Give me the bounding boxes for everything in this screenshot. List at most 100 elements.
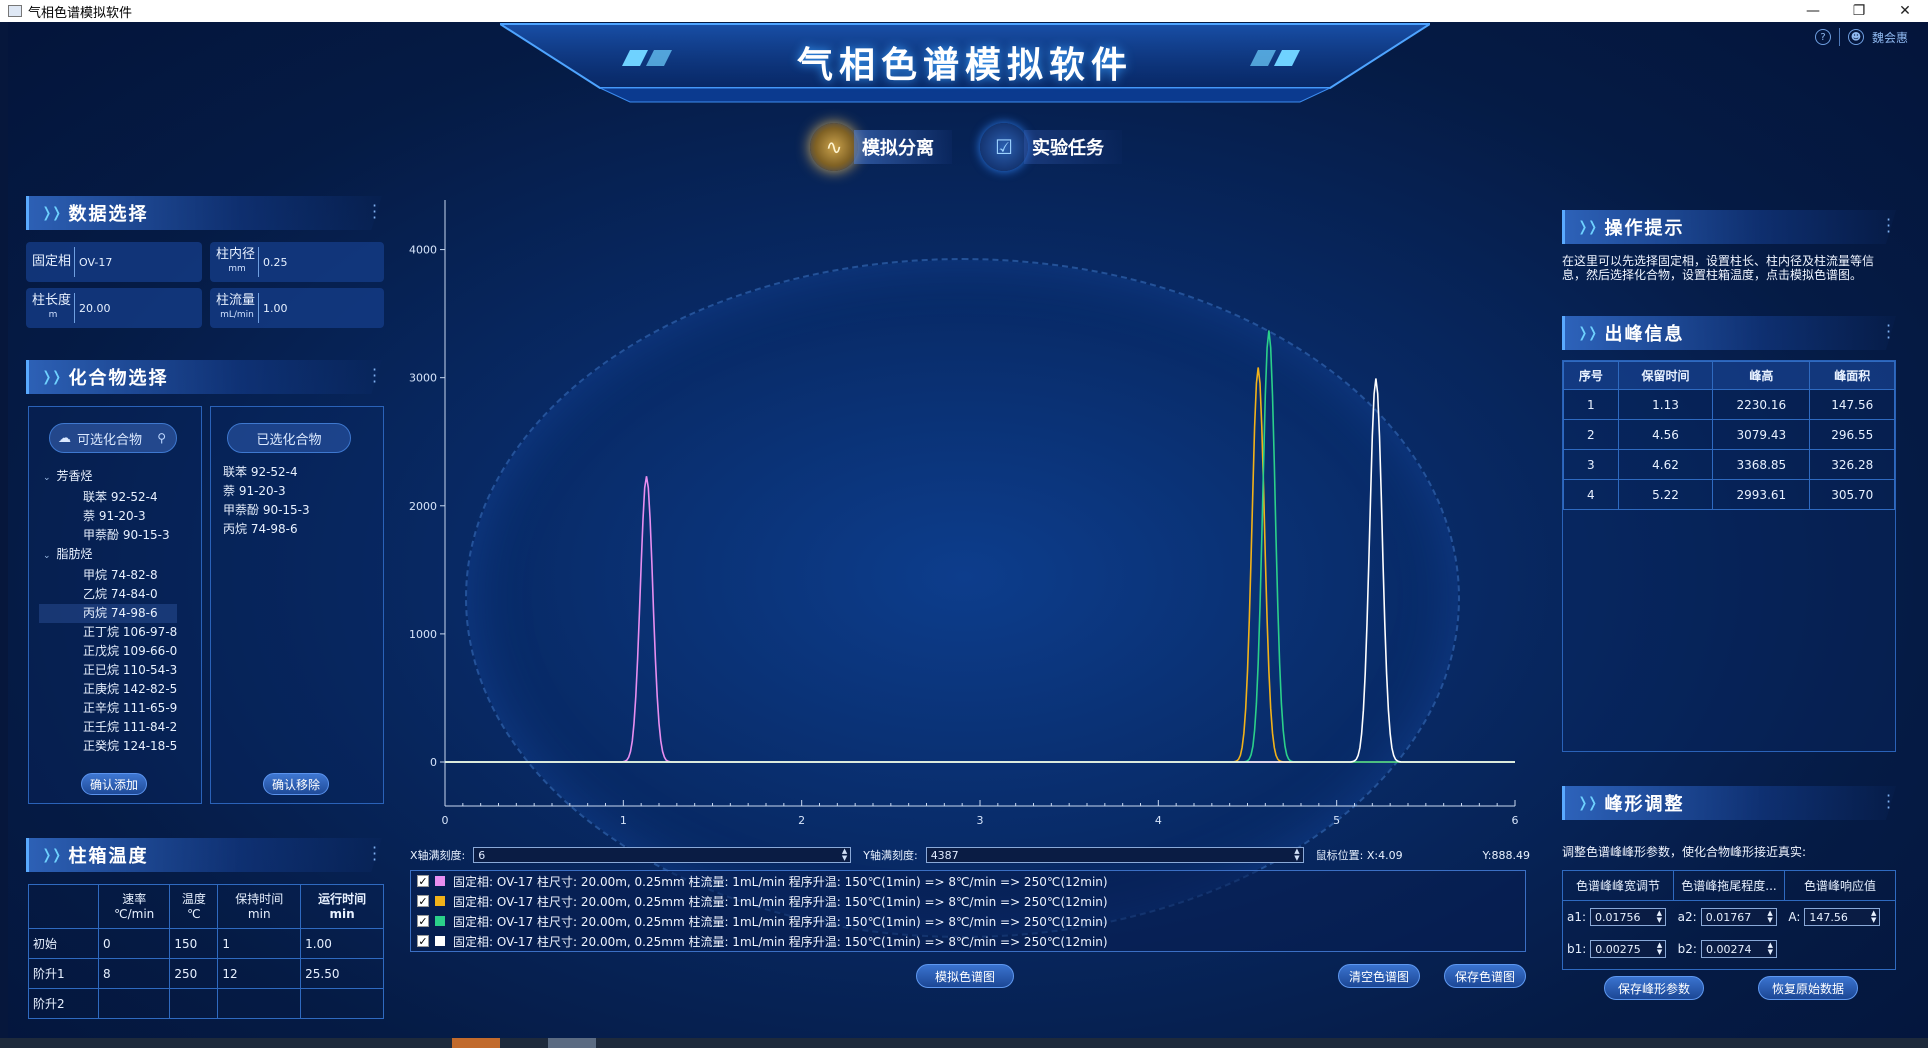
- confirm-add-button[interactable]: 确认添加: [81, 773, 147, 795]
- spinner-icon[interactable]: ▲ ▼: [1294, 848, 1299, 862]
- more-icon[interactable]: · · ·: [372, 198, 377, 226]
- spinner-icon[interactable]: ▲ ▼: [1657, 942, 1662, 956]
- x-scale-label: X轴满刻度:: [410, 849, 466, 862]
- tree-item[interactable]: 甲烷 74-82-8: [39, 566, 177, 585]
- save-chart-button[interactable]: 保存色谱图: [1444, 964, 1526, 988]
- series-text: 固定相: OV-17 柱尺寸: 20.00m, 0.25mm 柱流量: 1mL/…: [453, 914, 1108, 929]
- oven-cell[interactable]: 1: [217, 928, 302, 959]
- compound-tree: ⌄ 芳香烃 联苯 92-52-4 萘 91-20-3 甲萘酚 90-15-3 ⌄ 脂…: [39, 467, 178, 756]
- oven-cell[interactable]: 8: [97, 958, 171, 989]
- tree-item[interactable]: 正庚烷 142-82-5: [39, 680, 177, 699]
- y-scale-input[interactable]: 4387 ▲ ▼: [925, 847, 1304, 863]
- response-input[interactable]: 147.56 ▲ ▼: [1804, 908, 1881, 926]
- more-icon[interactable]: · · ·: [1886, 212, 1891, 240]
- a2-input[interactable]: 0.01767 ▲ ▼: [1700, 908, 1777, 926]
- tree-item[interactable]: 正癸烷 124-18-5: [39, 737, 177, 756]
- stationary-phase-value[interactable]: OV-17: [74, 247, 202, 277]
- simulate-button[interactable]: 模拟色谱图: [916, 964, 1014, 988]
- checkbox-checked-icon[interactable]: ✓: [417, 915, 429, 928]
- app-icon: [8, 5, 22, 17]
- checkbox-checked-icon[interactable]: ✓: [417, 875, 429, 888]
- checkbox-checked-icon[interactable]: ✓: [417, 895, 429, 908]
- tab-tasks-label: 实验任务: [1024, 130, 1122, 164]
- selected-item[interactable]: 联苯 92-52-4: [223, 463, 310, 482]
- restore-button[interactable]: ❐: [1836, 0, 1882, 22]
- field-label: 固定相: [32, 254, 72, 269]
- inner-diameter-value[interactable]: 0.25: [258, 247, 384, 277]
- column-length-value[interactable]: 20.00: [74, 293, 202, 323]
- taskbar-app[interactable]: [548, 1038, 596, 1048]
- tree-item[interactable]: 正壬烷 111-84-2: [39, 718, 177, 737]
- save-peak-params-button[interactable]: 保存峰形参数: [1604, 976, 1704, 1000]
- tree-item[interactable]: 正已烷 110-54-3: [39, 661, 177, 680]
- spinner-icon[interactable]: ▲ ▼: [1871, 910, 1876, 924]
- stationary-phase-field[interactable]: 固定相 OV-17: [26, 242, 202, 282]
- x-scale-input[interactable]: 6 ▲ ▼: [473, 847, 852, 863]
- inner-diameter-field[interactable]: 柱内径 mm 0.25: [210, 242, 384, 282]
- tab-tasks[interactable]: ☑ 实验任务: [980, 122, 1122, 172]
- confirm-remove-button[interactable]: 确认移除: [263, 773, 329, 795]
- selected-item[interactable]: 丙烷 74-98-6: [223, 520, 310, 539]
- taskbar-app[interactable]: [452, 1038, 500, 1048]
- tree-item[interactable]: 正丁烷 106-97-8: [39, 623, 177, 642]
- available-compounds-search[interactable]: ☁ 可选化合物 ⚲: [49, 423, 177, 453]
- tree-item[interactable]: 正辛烷 111-65-9: [39, 699, 177, 718]
- b2-input[interactable]: 0.00274 ▲ ▼: [1700, 940, 1777, 958]
- user-icon[interactable]: ☻: [1847, 29, 1864, 45]
- column-flow-value[interactable]: 1.00: [258, 293, 384, 323]
- clear-chart-button[interactable]: 清空色谱图: [1338, 964, 1420, 988]
- series-row[interactable]: ✓ 固定相: OV-17 柱尺寸: 20.00m, 0.25mm 柱流量: 1m…: [411, 911, 1525, 931]
- tree-group[interactable]: ⌄ 脂肪烃: [39, 545, 177, 566]
- user-name[interactable]: 魏会惠: [1872, 29, 1908, 46]
- minimize-button[interactable]: —: [1790, 0, 1836, 22]
- column-length-field[interactable]: 柱长度 m 20.00: [26, 288, 202, 328]
- field-unit: mL/min: [220, 310, 254, 320]
- close-button[interactable]: ✕: [1882, 0, 1928, 22]
- oven-cell[interactable]: [169, 988, 219, 1019]
- peak-adjust-grid: 色谱峰峰宽调节 色谱峰拖尾程度... 色谱峰响应值 a1: 0.01756 ▲ ▼ …: [1562, 870, 1896, 970]
- spinner-icon[interactable]: ▲ ▼: [1767, 910, 1772, 924]
- tab-simulate[interactable]: ∿ 模拟分离: [810, 122, 952, 172]
- peaks-title: 出峰信息: [1604, 324, 1685, 345]
- series-row[interactable]: ✓ 固定相: OV-17 柱尺寸: 20.00m, 0.25mm 柱流量: 1m…: [411, 931, 1525, 951]
- selected-compounds-panel: 已选化合物 联苯 92-52-4 萘 91-20-3 甲萘酚 90-15-3 丙…: [210, 406, 384, 804]
- selected-item[interactable]: 萘 91-20-3: [223, 482, 310, 501]
- tree-item[interactable]: 萘 91-20-3: [39, 507, 177, 526]
- more-icon[interactable]: · · ·: [1886, 318, 1891, 346]
- peaks-cell: 4: [1563, 479, 1619, 510]
- spinner-icon[interactable]: ▲ ▼: [842, 848, 847, 862]
- oven-cell[interactable]: [97, 988, 171, 1019]
- spinner-icon[interactable]: ▲ ▼: [1657, 910, 1662, 924]
- more-icon[interactable]: · · ·: [372, 840, 377, 868]
- restore-data-button[interactable]: 恢复原始数据: [1758, 976, 1858, 1000]
- help-icon[interactable]: ?: [1814, 29, 1831, 45]
- window-title: 气相色谱模拟软件: [28, 5, 133, 21]
- search-icon[interactable]: ⚲: [157, 431, 166, 445]
- b1-input[interactable]: 0.00275 ▲ ▼: [1590, 940, 1667, 958]
- peaks-cell: 326.28: [1809, 449, 1895, 480]
- oven-cell[interactable]: [217, 988, 302, 1019]
- series-row[interactable]: ✓ 固定相: OV-17 柱尺寸: 20.00m, 0.25mm 柱流量: 1m…: [411, 871, 1525, 891]
- oven-cell[interactable]: 0: [97, 928, 171, 959]
- oven-cell[interactable]: 150: [169, 928, 219, 959]
- tree-item[interactable]: 乙烷 74-84-0: [39, 585, 177, 604]
- chromatogram-chart[interactable]: 0 1000 2000 3000 4000 0 1 2 3 4 5 6: [395, 190, 1540, 835]
- tree-group[interactable]: ⌄ 芳香烃: [39, 467, 177, 488]
- tree-item[interactable]: 正戊烷 109-66-0: [39, 642, 177, 661]
- spinner-icon[interactable]: ▲ ▼: [1768, 942, 1773, 956]
- oven-cell[interactable]: 250: [169, 958, 219, 989]
- column-flow-field[interactable]: 柱流量 mL/min 1.00: [210, 288, 384, 328]
- x-tick-label: 1: [620, 814, 627, 827]
- a1-input[interactable]: 0.01756 ▲ ▼: [1590, 908, 1667, 926]
- series-line: [445, 378, 1515, 763]
- more-icon[interactable]: · · ·: [1886, 788, 1891, 816]
- tree-item[interactable]: 甲萘酚 90-15-3: [39, 526, 177, 545]
- oven-table: 速率 ℃/min 温度 ℃ 保持时间 min 运行时间 min 初始 0 150 1 1…: [28, 884, 384, 1019]
- oven-cell[interactable]: 12: [217, 958, 302, 989]
- more-icon[interactable]: · · ·: [372, 362, 377, 390]
- tree-item[interactable]: 丙烷 74-98-6: [39, 604, 178, 623]
- tree-item[interactable]: 联苯 92-52-4: [39, 488, 177, 507]
- selected-item[interactable]: 甲萘酚 90-15-3: [223, 501, 310, 520]
- series-row[interactable]: ✓ 固定相: OV-17 柱尺寸: 20.00m, 0.25mm 柱流量: 1m…: [411, 891, 1525, 911]
- checkbox-checked-icon[interactable]: ✓: [417, 935, 429, 948]
